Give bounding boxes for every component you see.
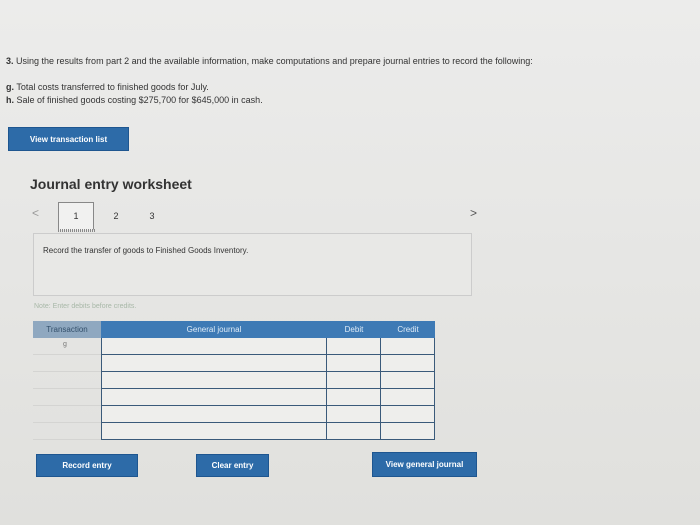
general-journal-input[interactable] xyxy=(101,423,327,440)
transaction-cell xyxy=(33,423,101,440)
clear-entry-button[interactable]: Clear entry xyxy=(196,454,269,477)
transaction-cell xyxy=(33,389,101,406)
transaction-cell: g xyxy=(33,338,101,355)
debit-input[interactable] xyxy=(327,406,381,423)
question-text: Using the results from part 2 and the av… xyxy=(16,56,533,66)
header-debit: Debit xyxy=(327,321,381,338)
general-journal-input[interactable] xyxy=(101,389,327,406)
question-number: 3. xyxy=(6,56,14,66)
tab-2[interactable]: 2 xyxy=(98,202,134,230)
debit-input[interactable] xyxy=(327,338,381,355)
tab-active-indicator xyxy=(58,229,96,232)
table-row xyxy=(33,389,435,406)
question-item-h: h. Sale of finished goods costing $275,7… xyxy=(6,95,263,105)
question-item-g: g. Total costs transferred to finished g… xyxy=(6,82,209,92)
credit-input[interactable] xyxy=(381,338,435,355)
tab-1[interactable]: 1 xyxy=(58,202,94,230)
credit-input[interactable] xyxy=(381,423,435,440)
transaction-cell xyxy=(33,355,101,372)
record-entry-button[interactable]: Record entry xyxy=(36,454,138,477)
general-journal-input[interactable] xyxy=(101,355,327,372)
chevron-right-icon[interactable]: > xyxy=(470,206,477,220)
credit-input[interactable] xyxy=(381,389,435,406)
journal-table: Transaction General journal Debit Credit… xyxy=(33,321,435,441)
table-row xyxy=(33,355,435,372)
credit-input[interactable] xyxy=(381,355,435,372)
debit-input[interactable] xyxy=(327,423,381,440)
question-title: 3. Using the results from part 2 and the… xyxy=(6,56,533,66)
credit-input[interactable] xyxy=(381,372,435,389)
table-row xyxy=(33,406,435,423)
view-transaction-list-button[interactable]: View transaction list xyxy=(8,127,129,151)
worksheet-title: Journal entry worksheet xyxy=(30,176,192,192)
instruction-box: Record the transfer of goods to Finished… xyxy=(33,233,472,296)
debit-input[interactable] xyxy=(327,372,381,389)
header-general-journal: General journal xyxy=(101,321,327,338)
chevron-left-icon[interactable]: < xyxy=(32,206,39,220)
transaction-cell xyxy=(33,372,101,389)
credit-input[interactable] xyxy=(381,406,435,423)
view-general-journal-button[interactable]: View general journal xyxy=(372,452,477,477)
note-text: Note: Enter debits before credits. xyxy=(34,303,137,310)
table-row xyxy=(33,372,435,389)
general-journal-input[interactable] xyxy=(101,406,327,423)
instruction-text: Record the transfer of goods to Finished… xyxy=(43,246,249,255)
header-transaction: Transaction xyxy=(33,321,101,338)
general-journal-input[interactable] xyxy=(101,372,327,389)
transaction-cell xyxy=(33,406,101,423)
tab-3[interactable]: 3 xyxy=(134,202,170,230)
header-credit: Credit xyxy=(381,321,435,338)
general-journal-input[interactable] xyxy=(101,338,327,355)
debit-input[interactable] xyxy=(327,355,381,372)
debit-input[interactable] xyxy=(327,389,381,406)
table-row xyxy=(33,423,435,440)
table-row: g xyxy=(33,338,435,355)
